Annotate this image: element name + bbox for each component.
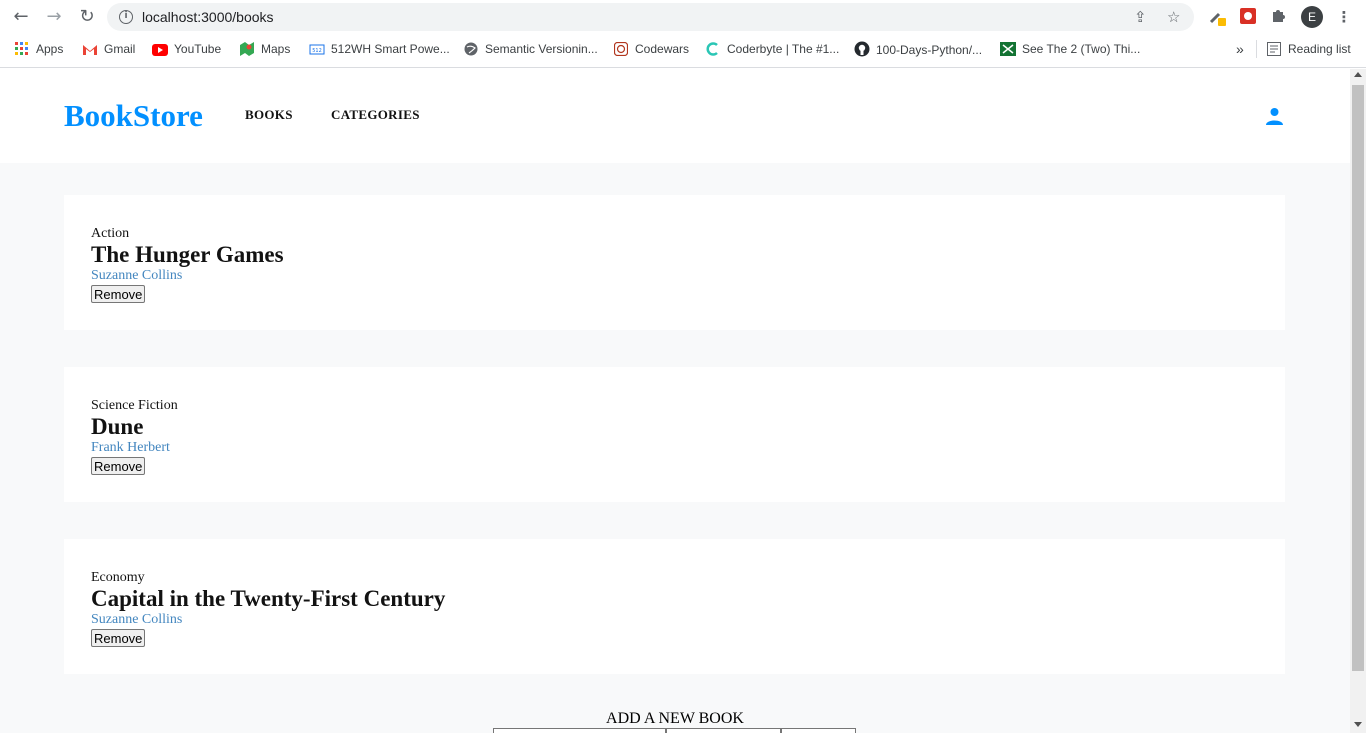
book-title: The Hunger Games [91,242,284,267]
site-info-icon[interactable]: i [119,10,133,24]
bookmark-label: See The 2 (Two) Thi... [1022,42,1141,56]
forward-arrow-icon[interactable]: → [44,7,64,27]
book-category: Action [91,226,130,241]
bookmark-label: Apps [36,42,64,56]
gmail-icon [82,44,98,60]
book-author[interactable]: Frank Herbert [91,440,170,456]
bookmark-label: Maps [261,42,291,56]
book-title-input[interactable] [493,728,666,733]
add-book-button[interactable] [781,728,856,733]
bookmark-codewars[interactable]: Codewars [613,41,689,59]
book-card: Science Fiction Dune Frank Herbert Remov… [64,367,1285,502]
book-category: Economy [91,570,145,585]
maps-icon [239,42,255,58]
site-logo[interactable]: BookStore [64,98,203,134]
globe-icon [463,42,479,58]
extension-tool-icon[interactable] [1208,7,1228,27]
page-content: BookStore BOOKS CATEGORIES Action The Hu… [0,69,1350,733]
remove-button[interactable]: Remove [91,629,146,647]
bookmark-page-icon [1000,42,1016,58]
book-title: Dune [91,414,144,439]
profile-avatar[interactable]: E [1301,6,1323,28]
address-bar[interactable]: i localhost:3000/books ⇪ ☆ [107,3,1194,31]
extensions-puzzle-icon[interactable] [1269,7,1289,27]
browser-toolbar: ← → ↻ i localhost:3000/books ⇪ ☆ E ⋮ [0,0,1366,34]
bookmark-label: Codewars [635,42,690,56]
user-icon[interactable] [1265,107,1284,126]
nav-link-books[interactable]: BOOKS [245,107,293,123]
bookmarks-divider [1256,40,1257,58]
add-book-heading: ADD A NEW BOOK [606,710,744,727]
bookmarks-bar: Apps Gmail YouTube Maps 512 512WH Smart … [0,34,1366,68]
bookmark-512wh[interactable]: 512 512WH Smart Powe... [309,41,450,59]
bookmark-label: Semantic Versionin... [485,42,598,56]
bookmark-100days[interactable]: 100-Days-Python/... [854,41,982,59]
bookmark-gmail[interactable]: Gmail [82,41,135,59]
svg-text:512: 512 [312,48,322,54]
category-select[interactable] [666,728,781,733]
bookmark-label: Gmail [104,42,136,56]
back-arrow-icon[interactable]: ← [11,7,31,27]
book-category: Science Fiction [91,398,178,413]
book-card: Action The Hunger Games Suzanne Collins … [64,195,1285,330]
reading-list-button[interactable]: Reading list [1266,41,1351,59]
bookmarks-overflow-button[interactable]: » [1236,41,1244,59]
bookmark-youtube[interactable]: YouTube [152,41,221,59]
bookmark-star-icon[interactable]: ☆ [1167,8,1180,26]
share-icon[interactable]: ⇪ [1134,8,1147,26]
store-icon: 512 [309,42,325,58]
youtube-icon [152,44,168,60]
reload-icon[interactable]: ↻ [77,7,97,27]
remove-button[interactable]: Remove [91,457,146,475]
bookmark-label: YouTube [174,42,222,56]
site-header: BookStore BOOKS CATEGORIES [0,69,1350,163]
book-card: Economy Capital in the Twenty-First Cent… [64,539,1285,674]
bookmark-maps[interactable]: Maps [239,41,290,59]
scrollbar-thumb[interactable] [1352,85,1364,671]
bookmark-see-the-2[interactable]: See The 2 (Two) Thi... [1000,41,1140,59]
reading-list-icon [1266,42,1282,58]
bookmark-label: Coderbyte | The #1... [727,42,840,56]
address-url[interactable]: localhost:3000/books [142,9,274,25]
nav-link-categories[interactable]: CATEGORIES [331,107,420,123]
bookmark-label: 100-Days-Python/... [876,43,983,57]
bookmark-semver[interactable]: Semantic Versionin... [463,41,598,59]
page-scrollbar[interactable] [1350,69,1366,733]
book-author[interactable]: Suzanne Collins [91,612,182,628]
github-icon [854,41,870,57]
extension-red-icon[interactable] [1238,7,1258,27]
coderbyte-icon [705,42,721,58]
book-title: Capital in the Twenty-First Century [91,586,446,611]
bookmark-label: 512WH Smart Powe... [331,42,450,56]
bookmark-coderbyte[interactable]: Coderbyte | The #1... [705,41,839,59]
codewars-icon [613,41,629,58]
bookmark-apps[interactable]: Apps [14,41,63,59]
menu-kebab-icon[interactable]: ⋮ [1334,7,1354,27]
book-author[interactable]: Suzanne Collins [91,268,182,284]
scroll-down-arrow-icon[interactable] [1354,722,1362,727]
remove-button[interactable]: Remove [91,285,146,303]
scroll-up-arrow-icon[interactable] [1354,72,1362,77]
reading-list-label: Reading list [1288,42,1351,56]
apps-grid-icon [14,42,30,58]
